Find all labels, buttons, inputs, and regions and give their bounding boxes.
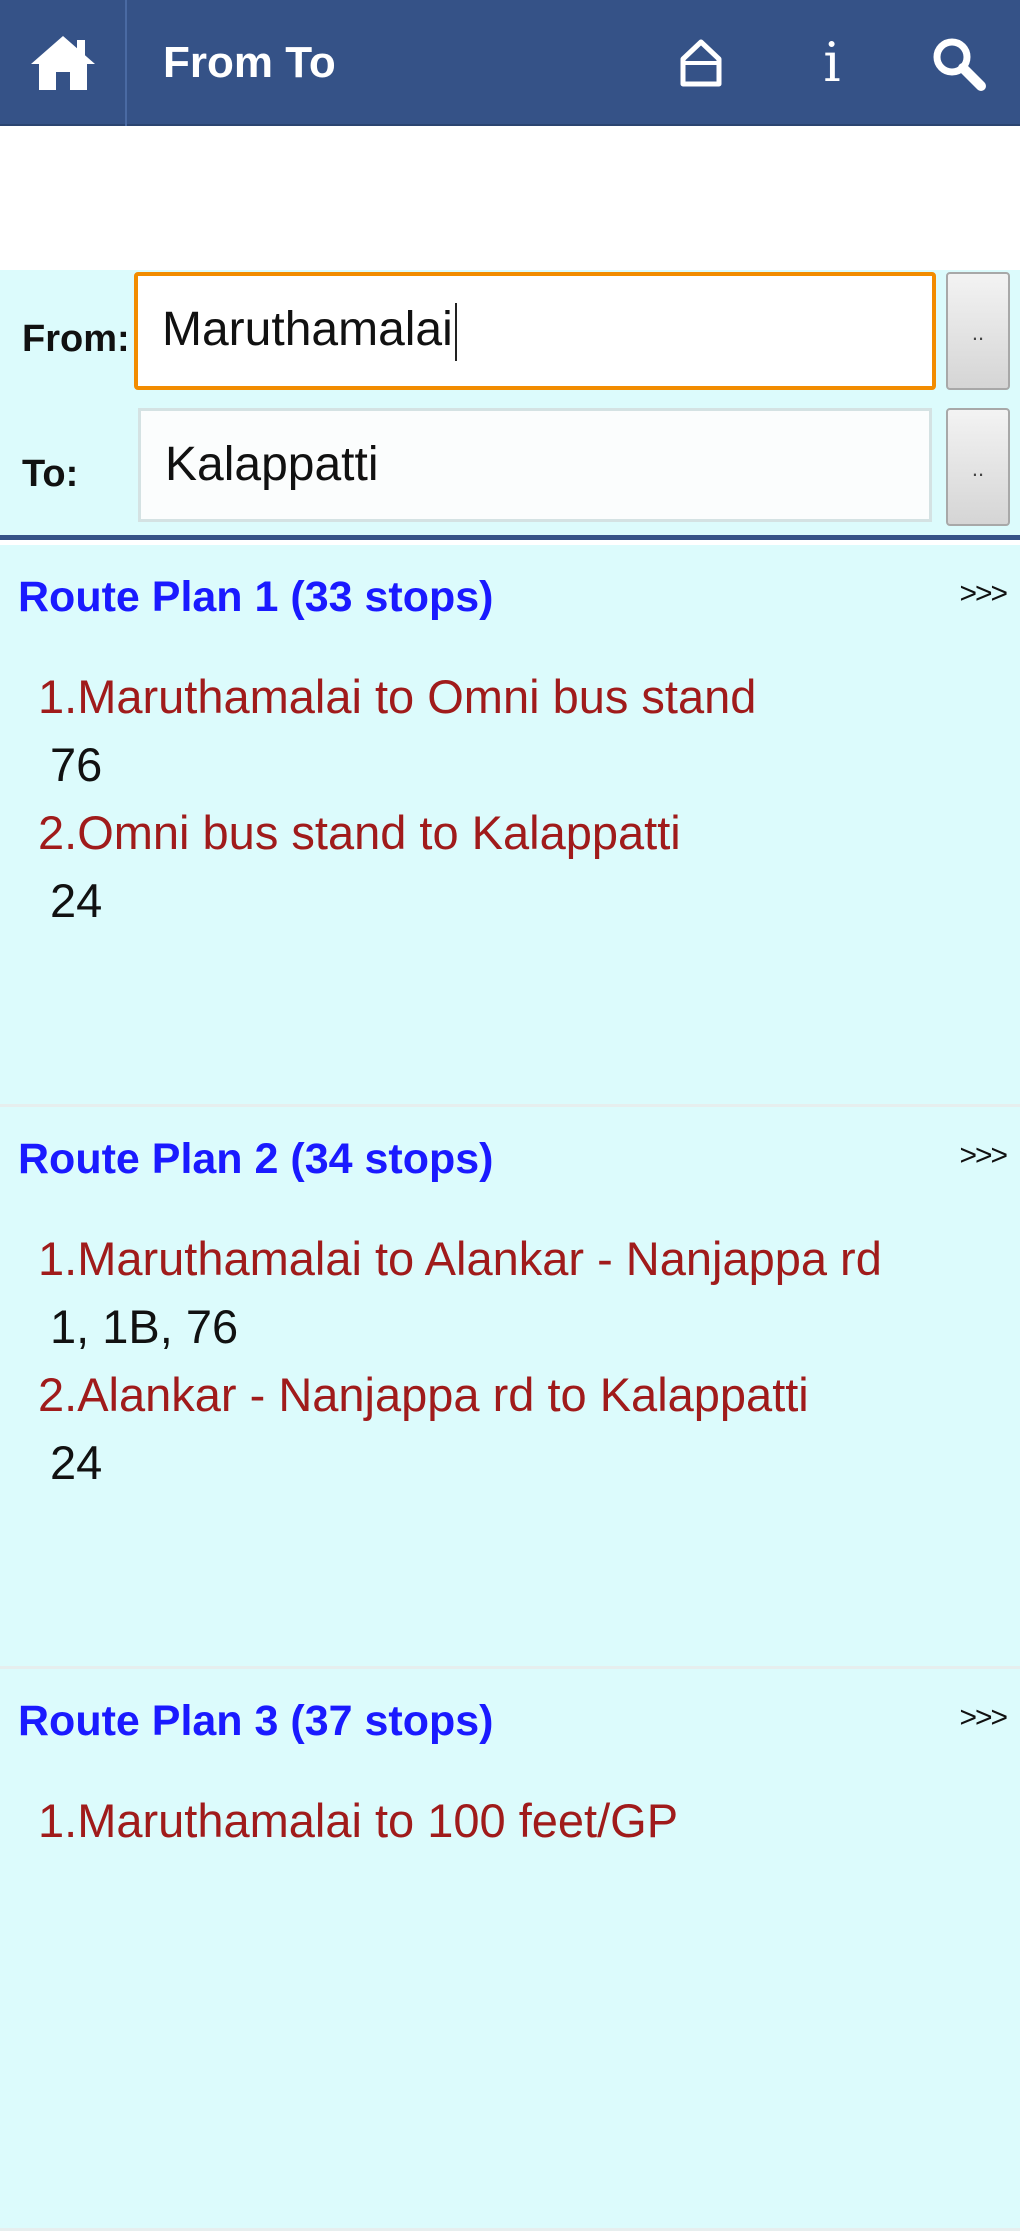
to-picker-button[interactable]: ..	[946, 408, 1010, 526]
info-icon: i	[823, 31, 841, 94]
search-icon	[933, 38, 986, 91]
leg-bus-numbers: 24	[50, 1436, 103, 1489]
plan-title[interactable]: Route Plan 1 (33 stops)	[18, 573, 493, 622]
leg-route: 2.Omni bus stand to Kalappatti	[38, 806, 681, 859]
home-action-button[interactable]	[646, 0, 756, 126]
plan-details-link[interactable]: >>>	[959, 1139, 1008, 1173]
from-field[interactable]: Maruthamalai	[134, 272, 936, 390]
leg-bus-numbers: 76	[50, 738, 103, 791]
to-label: To:	[22, 453, 79, 495]
from-picker-button[interactable]: ..	[946, 272, 1010, 390]
plan-title[interactable]: Route Plan 2 (34 stops)	[18, 1135, 493, 1184]
plan-details-link[interactable]: >>>	[959, 577, 1008, 611]
leg-bus-numbers: 24	[50, 874, 103, 927]
plan-title[interactable]: Route Plan 3 (37 stops)	[18, 1697, 493, 1746]
route-plan-list: Route Plan 1 (33 stops) >>> 1.Maruthamal…	[0, 545, 1020, 2231]
route-plan-card[interactable]: Route Plan 1 (33 stops) >>> 1.Maruthamal…	[0, 545, 1020, 1107]
leg-route: 1.Maruthamalai to 100 feet/GP	[38, 1794, 679, 1847]
search-button[interactable]	[903, 0, 1013, 126]
info-button[interactable]: i	[777, 0, 887, 126]
text-caret	[454, 303, 457, 362]
page-title: From To	[163, 38, 336, 87]
route-search-form: From: Maruthamalai .. To: Kalappatti ..	[0, 270, 1020, 540]
leg-route: 1.Maruthamalai to Omni bus stand	[38, 670, 757, 723]
to-value: Kalappatti	[165, 438, 379, 491]
route-plan-card[interactable]: Route Plan 3 (37 stops) >>> 1.Maruthamal…	[0, 1669, 1020, 2231]
to-field[interactable]: Kalappatti	[138, 408, 932, 522]
home-icon	[30, 36, 95, 90]
plan-details-link[interactable]: >>>	[959, 1701, 1008, 1735]
route-plan-card[interactable]: Route Plan 2 (34 stops) >>> 1.Maruthamal…	[0, 1107, 1020, 1669]
leg-route: 1.Maruthamalai to Alankar - Nanjappa rd	[38, 1232, 882, 1285]
app-bar: From To i	[0, 0, 1020, 126]
from-label: From:	[22, 318, 130, 360]
home-button[interactable]	[0, 0, 127, 126]
leg-route: 2.Alankar - Nanjappa rd to Kalappatti	[38, 1368, 809, 1421]
from-value: Maruthamalai	[162, 303, 453, 356]
leg-bus-numbers: 1, 1B, 76	[50, 1300, 239, 1353]
outline-home-icon	[680, 39, 722, 87]
